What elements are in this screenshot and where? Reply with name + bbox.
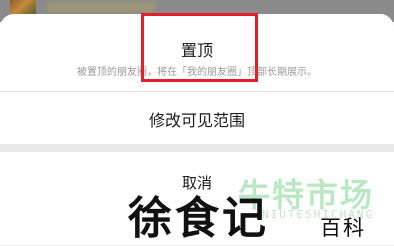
section-gap <box>0 144 394 152</box>
edit-visibility-option[interactable]: 修改可见范围 <box>0 92 394 144</box>
highlight-box <box>141 13 258 82</box>
watermark-secondary: 百科 <box>320 216 366 240</box>
watermark-primary: 徐食记 <box>128 193 269 244</box>
edit-visibility-label: 修改可见范围 <box>148 111 245 130</box>
blurred-username <box>46 2 156 12</box>
